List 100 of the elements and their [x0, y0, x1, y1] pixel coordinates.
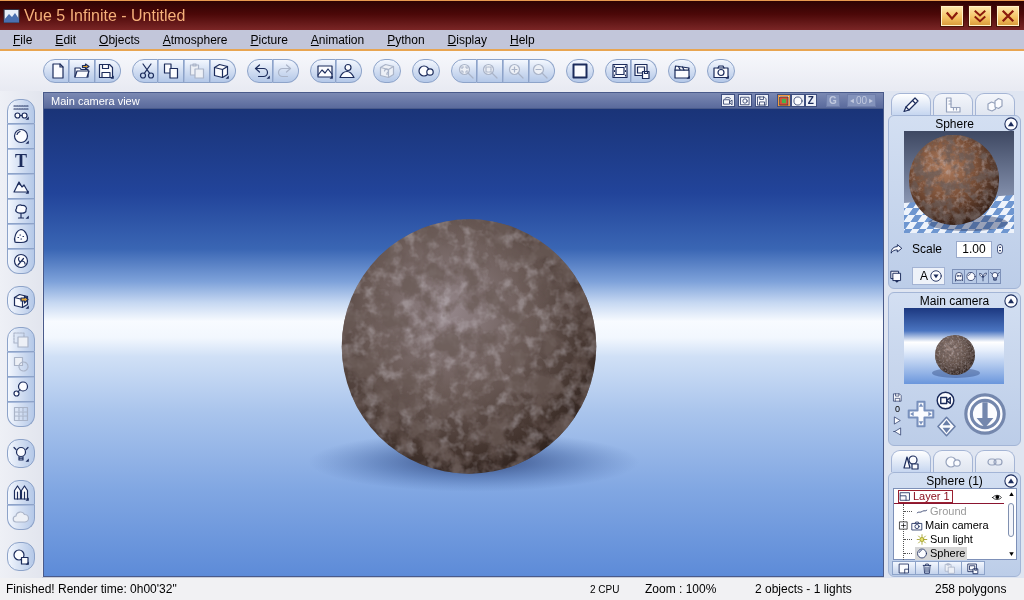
toolbar-button[interactable]: [892, 561, 916, 575]
toolbar-button[interactable]: [961, 561, 985, 575]
toolbar-button[interactable]: [412, 59, 440, 83]
trees-icon: [13, 484, 29, 501]
landscape-icon: [316, 63, 333, 79]
toolbar-button[interactable]: [668, 59, 696, 83]
tool-button[interactable]: [7, 199, 35, 224]
menu-item[interactable]: Atmosphere: [162, 32, 228, 47]
tree-item[interactable]: Main camera: [910, 518, 991, 532]
spheres-icon: [942, 453, 964, 470]
tool-button[interactable]: [7, 124, 35, 149]
tool-button[interactable]: [7, 174, 35, 199]
window-title: Vue 5 Infinite - Untitled: [24, 6, 187, 25]
tree-item[interactable]: Sun light: [915, 532, 975, 546]
menu-item[interactable]: Help: [509, 32, 535, 47]
toolbar-button[interactable]: [69, 59, 95, 83]
stacked-frames-icon[interactable]: [890, 269, 903, 283]
toolbar-button[interactable]: [566, 59, 594, 83]
channel-dropdown[interactable]: A: [912, 267, 945, 285]
menu-item[interactable]: Edit: [55, 32, 77, 47]
toggle-button[interactable]: [988, 268, 1001, 284]
panel-title: Sphere: [934, 116, 975, 131]
toolbar-button[interactable]: [310, 59, 336, 83]
scroll-down-icon[interactable]: [1007, 551, 1015, 557]
close-button[interactable]: [996, 4, 1020, 27]
menu-item[interactable]: Objects: [99, 32, 140, 47]
play-icon[interactable]: [893, 415, 902, 425]
video-camera-icon[interactable]: [936, 391, 955, 410]
minimize-button[interactable]: [940, 4, 964, 27]
status-message: Finished! Render time: 0h00'32": [6, 582, 178, 596]
menu-item[interactable]: Python: [387, 32, 425, 47]
view-button[interactable]: [737, 94, 752, 107]
menu-item[interactable]: Picture: [250, 32, 288, 47]
light-bulb-icon: [13, 445, 29, 462]
curved-arrow-icon[interactable]: [890, 242, 903, 256]
reverse-icon[interactable]: [893, 426, 902, 436]
camera-icon: [911, 519, 923, 531]
square-circle-icon: [13, 356, 29, 372]
camera-icon: [713, 63, 729, 79]
collapse-button[interactable]: [1004, 293, 1018, 308]
tree-item[interactable]: Layer 1: [898, 490, 953, 503]
cube-icon: [213, 63, 229, 79]
panel-title: Sphere (1): [925, 473, 984, 488]
shapes-icon: [900, 453, 922, 470]
maximize-button[interactable]: [968, 4, 992, 27]
light-bulb-icon: [989, 270, 1000, 282]
copy-icon: [162, 63, 179, 79]
view-button[interactable]: [720, 94, 735, 107]
collapse-button[interactable]: [1004, 116, 1018, 131]
panel-tab[interactable]: [891, 93, 931, 115]
toolbar-button[interactable]: [247, 59, 273, 83]
tool-button[interactable]: T: [7, 149, 35, 174]
toolbar-button[interactable]: [210, 59, 236, 83]
open-folder-icon: [73, 63, 90, 79]
zoom-in-icon: [507, 63, 524, 79]
plus-box-icon[interactable]: [899, 520, 908, 530]
tree-item[interactable]: Sphere: [915, 546, 968, 560]
floppy-disk-icon: [98, 63, 114, 79]
polygon-count: 258 polygons: [935, 582, 1008, 596]
tool-button[interactable]: [7, 99, 35, 124]
left-triangle-icon: [848, 96, 855, 105]
floppy-disk-icon[interactable]: [893, 392, 902, 402]
up-down-arrows-icon[interactable]: [995, 241, 1005, 257]
menu-item[interactable]: Display: [447, 32, 487, 47]
toolbar-button[interactable]: [915, 561, 939, 575]
tree-icon: [13, 203, 29, 219]
scale-field[interactable]: 1.00: [956, 240, 992, 258]
save-button[interactable]: [754, 94, 769, 107]
frame-number: 0: [895, 403, 900, 414]
diamond-arrows-icon[interactable]: [936, 416, 957, 437]
toolbar-button[interactable]: [631, 59, 657, 83]
tool-button[interactable]: [7, 480, 35, 505]
tool-button[interactable]: [7, 249, 35, 274]
tool-button[interactable]: [7, 542, 35, 571]
menu-item[interactable]: Animation: [310, 32, 365, 47]
clapperboard-icon: [674, 63, 690, 79]
lines-and-rings-icon: [13, 103, 29, 120]
panel-tab[interactable]: [891, 450, 931, 472]
tool-button[interactable]: [7, 377, 35, 402]
toolbar-button[interactable]: [707, 59, 735, 83]
rock-icon: [13, 228, 29, 244]
scene-count: 2 objects - 1 lights: [755, 582, 853, 596]
toolbar-button[interactable]: [95, 59, 121, 83]
scrollbar-thumb[interactable]: [1008, 503, 1014, 537]
scroll-up-icon[interactable]: [1007, 491, 1015, 497]
collapse-button[interactable]: [1004, 473, 1018, 488]
toolbar-button[interactable]: [605, 59, 631, 83]
toolbar-button[interactable]: [132, 59, 158, 83]
menu-item[interactable]: File: [13, 32, 33, 47]
toolbar-button[interactable]: [336, 59, 362, 83]
tool-button[interactable]: [7, 439, 35, 468]
sun-icon: [916, 533, 928, 545]
tool-button[interactable]: [7, 286, 35, 315]
undo-arrow-icon: [253, 63, 270, 79]
toolbar-button[interactable]: [158, 59, 184, 83]
floppy-disk-icon: [756, 95, 767, 106]
new-document-icon: [49, 63, 66, 79]
view-mode-button[interactable]: [776, 94, 791, 107]
app-icon: [3, 7, 20, 24]
tool-button[interactable]: [7, 224, 35, 249]
